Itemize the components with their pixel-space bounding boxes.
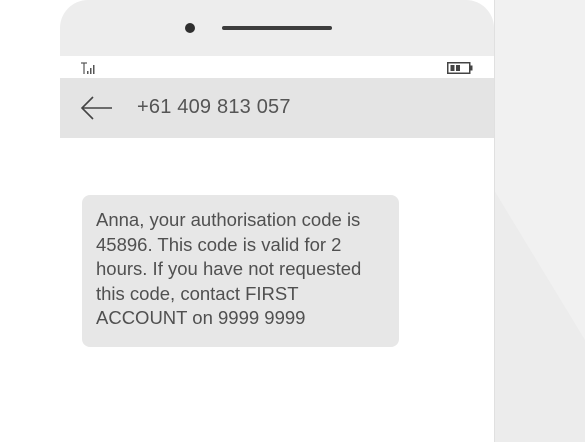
conversation-header: +61 409 813 057 xyxy=(60,78,494,138)
battery-icon xyxy=(447,62,473,74)
contact-phone-number: +61 409 813 057 xyxy=(137,96,291,118)
speaker-grille xyxy=(222,26,332,30)
message-bubble: Anna, your authorisation code is 45896. … xyxy=(82,195,399,347)
signal-strength-icon xyxy=(81,62,95,74)
arrow-left-icon[interactable] xyxy=(80,94,114,122)
phone-device: +61 409 813 057 Anna, your authorisation… xyxy=(60,0,495,442)
status-bar xyxy=(60,56,494,78)
phone-top-bezel xyxy=(60,0,494,56)
camera-icon xyxy=(185,23,195,33)
message-text: Anna, your authorisation code is 45896. … xyxy=(96,209,362,328)
